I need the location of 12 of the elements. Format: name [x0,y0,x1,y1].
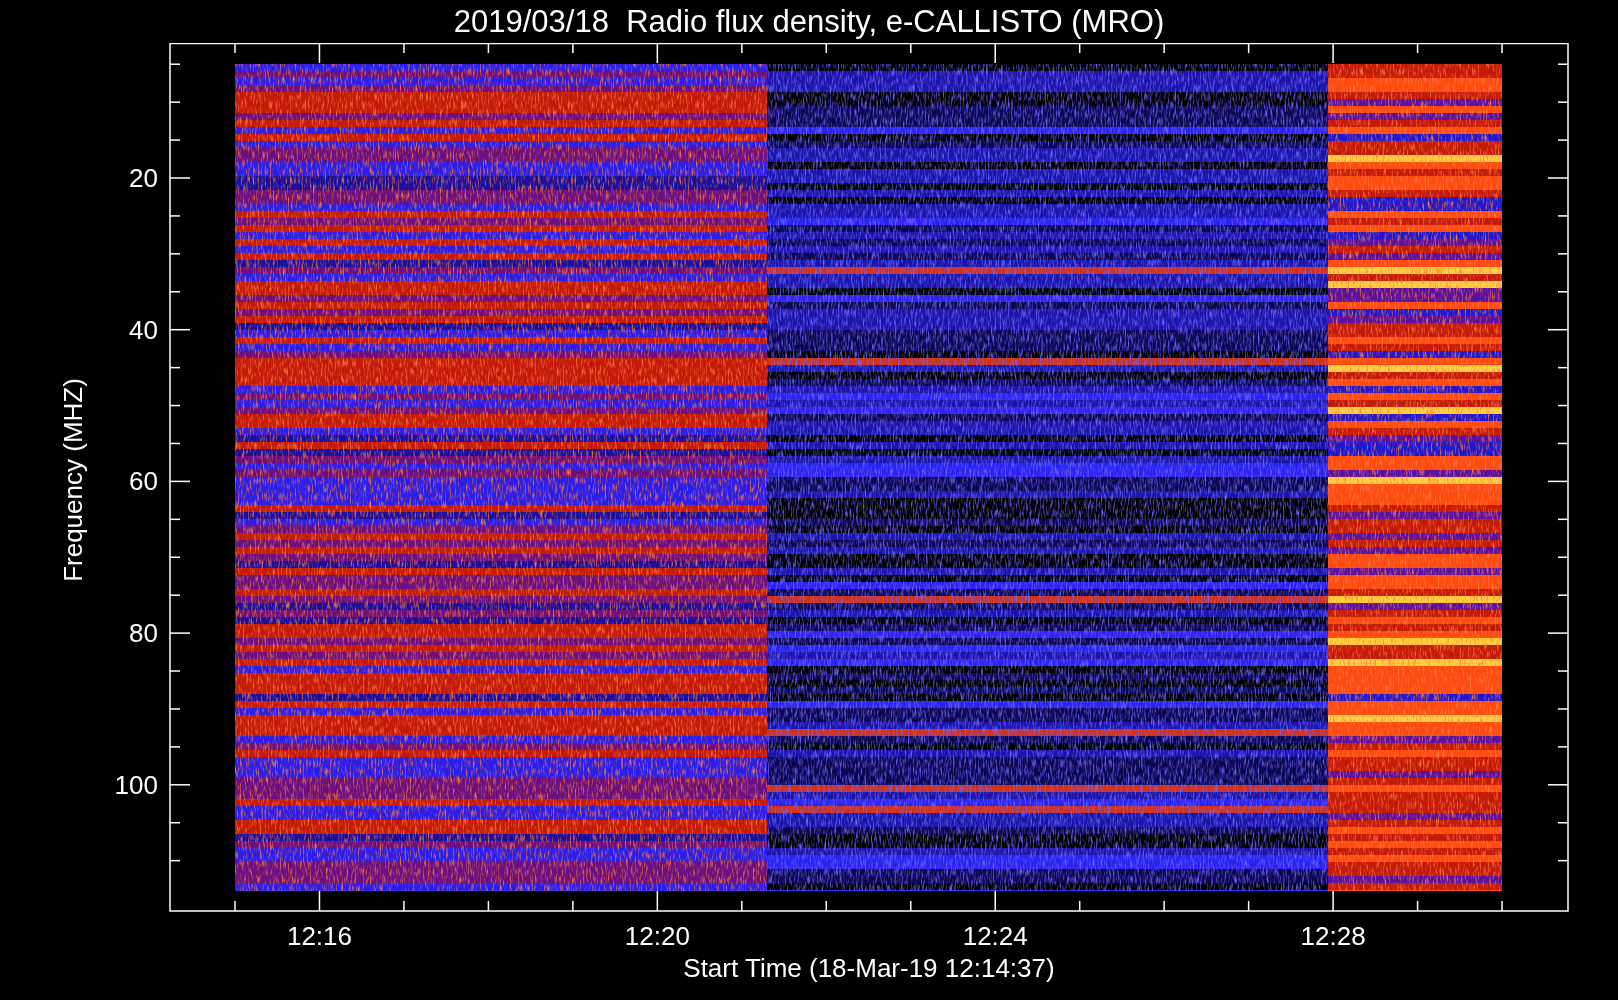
y-tick-label: 20 [129,163,158,193]
x-tick-label: 12:20 [624,921,690,951]
y-axis-title: Frequency (MHZ) [58,378,88,582]
chart-title: 2019/03/18 Radio flux density, e-CALLISTO (MRO) [453,6,1165,37]
y-tick-label: 60 [129,466,158,497]
y-tick-label: 40 [129,314,158,345]
x-tick-label: 12:16 [286,921,352,951]
y-tick-label: 100 [114,769,158,800]
x-tick-label: 12:24 [962,921,1028,951]
x-axis-title: Start Time (18-Mar-19 12:14:37) [683,953,1055,983]
x-tick-label: 12:28 [1300,921,1366,951]
y-tick-label: 80 [129,618,158,649]
